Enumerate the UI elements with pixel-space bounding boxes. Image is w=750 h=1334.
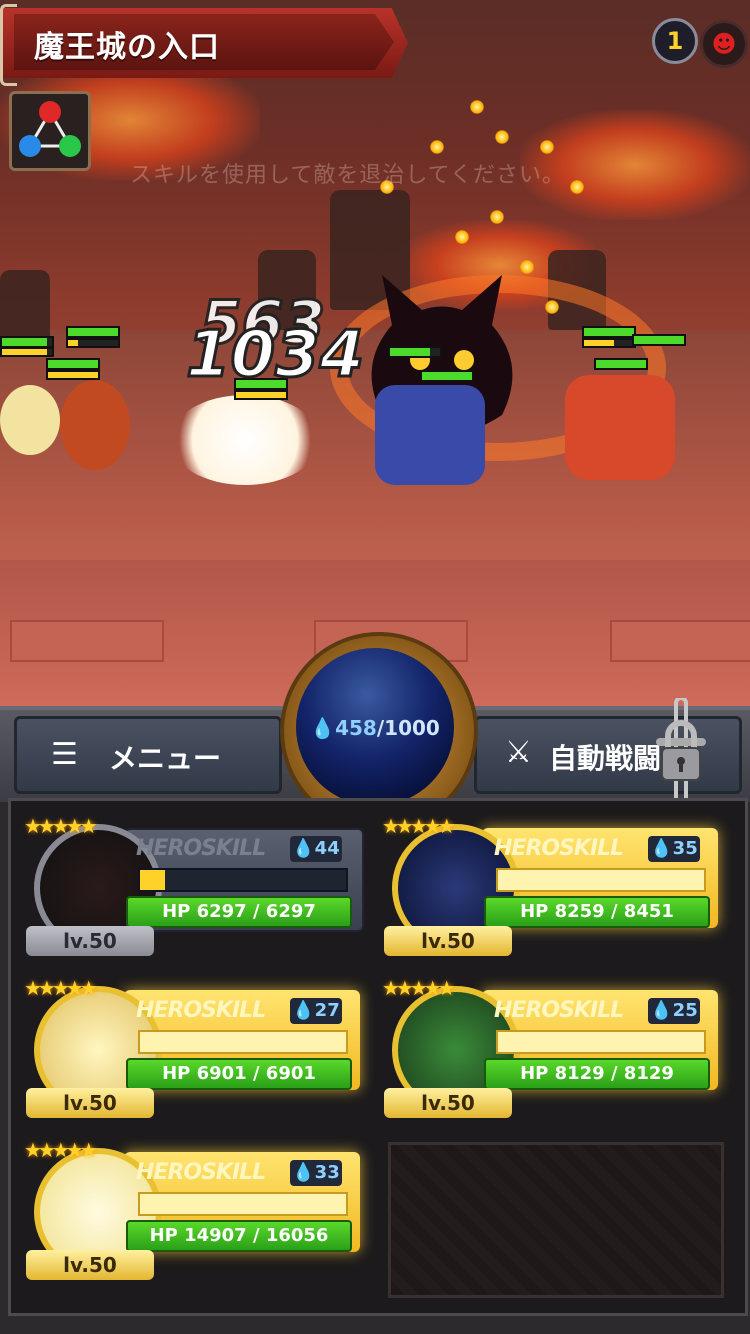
water-drop-icon: 💧 bbox=[292, 1000, 315, 1021]
skill-cost: 💧27 bbox=[290, 998, 342, 1024]
hero-card[interactable]: ★★★★★ HEROSKILL 💧35 HP 8259 / 8451 lv.50 bbox=[378, 814, 723, 956]
hero-level: lv.50 bbox=[26, 1088, 154, 1118]
enemy-sprite-blue-knight bbox=[375, 385, 485, 485]
star-rating: ★★★★★ bbox=[24, 976, 98, 1000]
hero-skill-label: HEROSKILL bbox=[136, 836, 266, 861]
enemy-sprite-red-warrior bbox=[565, 375, 675, 480]
battle-scene: 563 1034 スキルを使用して敵を退治してください。 bbox=[0, 0, 750, 710]
star-rating: ★★★★★ bbox=[382, 976, 456, 1000]
water-drop-icon: 💧 bbox=[650, 838, 673, 859]
element-affinity-icon[interactable] bbox=[9, 91, 91, 171]
skill-cost: 💧25 bbox=[648, 998, 700, 1024]
skill-gauge bbox=[138, 868, 348, 892]
hero-card[interactable]: ★★★★★ HEROSKILL 💧33 HP 14907 / 16056 lv.… bbox=[20, 1138, 365, 1280]
hero-card[interactable]: ★★★★★ HEROSKILL 💧25 HP 8129 / 8129 lv.50 bbox=[378, 976, 723, 1118]
stage-counter-badge: 1 bbox=[652, 18, 698, 64]
hero-hp: HP 14907 / 16056 bbox=[126, 1220, 352, 1252]
hero-sprite-impact bbox=[170, 395, 320, 485]
menu-button-label: メニュー bbox=[109, 742, 222, 775]
skill-cost: 💧33 bbox=[290, 1160, 342, 1186]
mana-counter: 💧458/1000 bbox=[296, 716, 454, 740]
battle-hint: スキルを使用して敵を退治してください。 bbox=[130, 163, 566, 188]
empty-hero-slot bbox=[388, 1142, 724, 1298]
mana-current: 458 bbox=[335, 716, 377, 740]
skill-gauge bbox=[496, 1030, 706, 1054]
hero-sprite-redhead bbox=[60, 380, 130, 470]
crossed-swords-icon: ⚔ bbox=[505, 735, 532, 770]
skill-gauge bbox=[496, 868, 706, 892]
hero-hp: HP 8259 / 8451 bbox=[484, 896, 710, 928]
hero-hp: HP 6901 / 6901 bbox=[126, 1058, 352, 1090]
star-rating: ★★★★★ bbox=[24, 814, 98, 838]
hero-hp: HP 8129 / 8129 bbox=[484, 1058, 710, 1090]
skill-gauge bbox=[138, 1192, 348, 1216]
hero-card[interactable]: ★★★★★ HEROSKILL 💧27 HP 6901 / 6901 lv.50 bbox=[20, 976, 365, 1118]
hero-card[interactable]: ★★★★★ HEROSKILL 💧44 HP 6297 / 6297 lv.50 bbox=[20, 814, 365, 956]
water-drop-icon: 💧 bbox=[292, 838, 315, 859]
menu-button[interactable]: ☰ メニュー bbox=[14, 716, 282, 794]
hero-skill-label: HEROSKILL bbox=[136, 998, 266, 1023]
damage-number: 1034 bbox=[184, 317, 365, 394]
hero-level: lv.50 bbox=[384, 926, 512, 956]
auto-battle-label: 自動戦闘 bbox=[549, 742, 662, 775]
skill-cost: 💧35 bbox=[648, 836, 700, 862]
hero-level: lv.50 bbox=[26, 1250, 154, 1280]
hero-level: lv.50 bbox=[384, 1088, 512, 1118]
water-drop-icon: 💧 bbox=[292, 1162, 315, 1183]
devil-face-icon[interactable]: ☻ bbox=[700, 20, 748, 68]
hero-level: lv.50 bbox=[26, 926, 154, 956]
stage-title: 魔王城の入口 bbox=[34, 30, 220, 65]
hero-skill-label: HEROSKILL bbox=[494, 836, 624, 861]
star-rating: ★★★★★ bbox=[24, 1138, 98, 1162]
water-drop-icon: 💧 bbox=[650, 1000, 673, 1021]
hero-sprite-blonde bbox=[0, 385, 60, 455]
padlock-chain-icon bbox=[656, 698, 706, 804]
list-icon: ☰ bbox=[51, 737, 78, 772]
hero-hp: HP 6297 / 6297 bbox=[126, 896, 352, 928]
skill-gauge bbox=[138, 1030, 348, 1054]
hero-skill-label: HEROSKILL bbox=[494, 998, 624, 1023]
skill-cost: 💧44 bbox=[290, 836, 342, 862]
water-drop-icon: 💧 bbox=[310, 716, 336, 740]
mana-max: /1000 bbox=[376, 716, 440, 740]
star-rating: ★★★★★ bbox=[382, 814, 456, 838]
hero-skill-label: HEROSKILL bbox=[136, 1160, 266, 1185]
